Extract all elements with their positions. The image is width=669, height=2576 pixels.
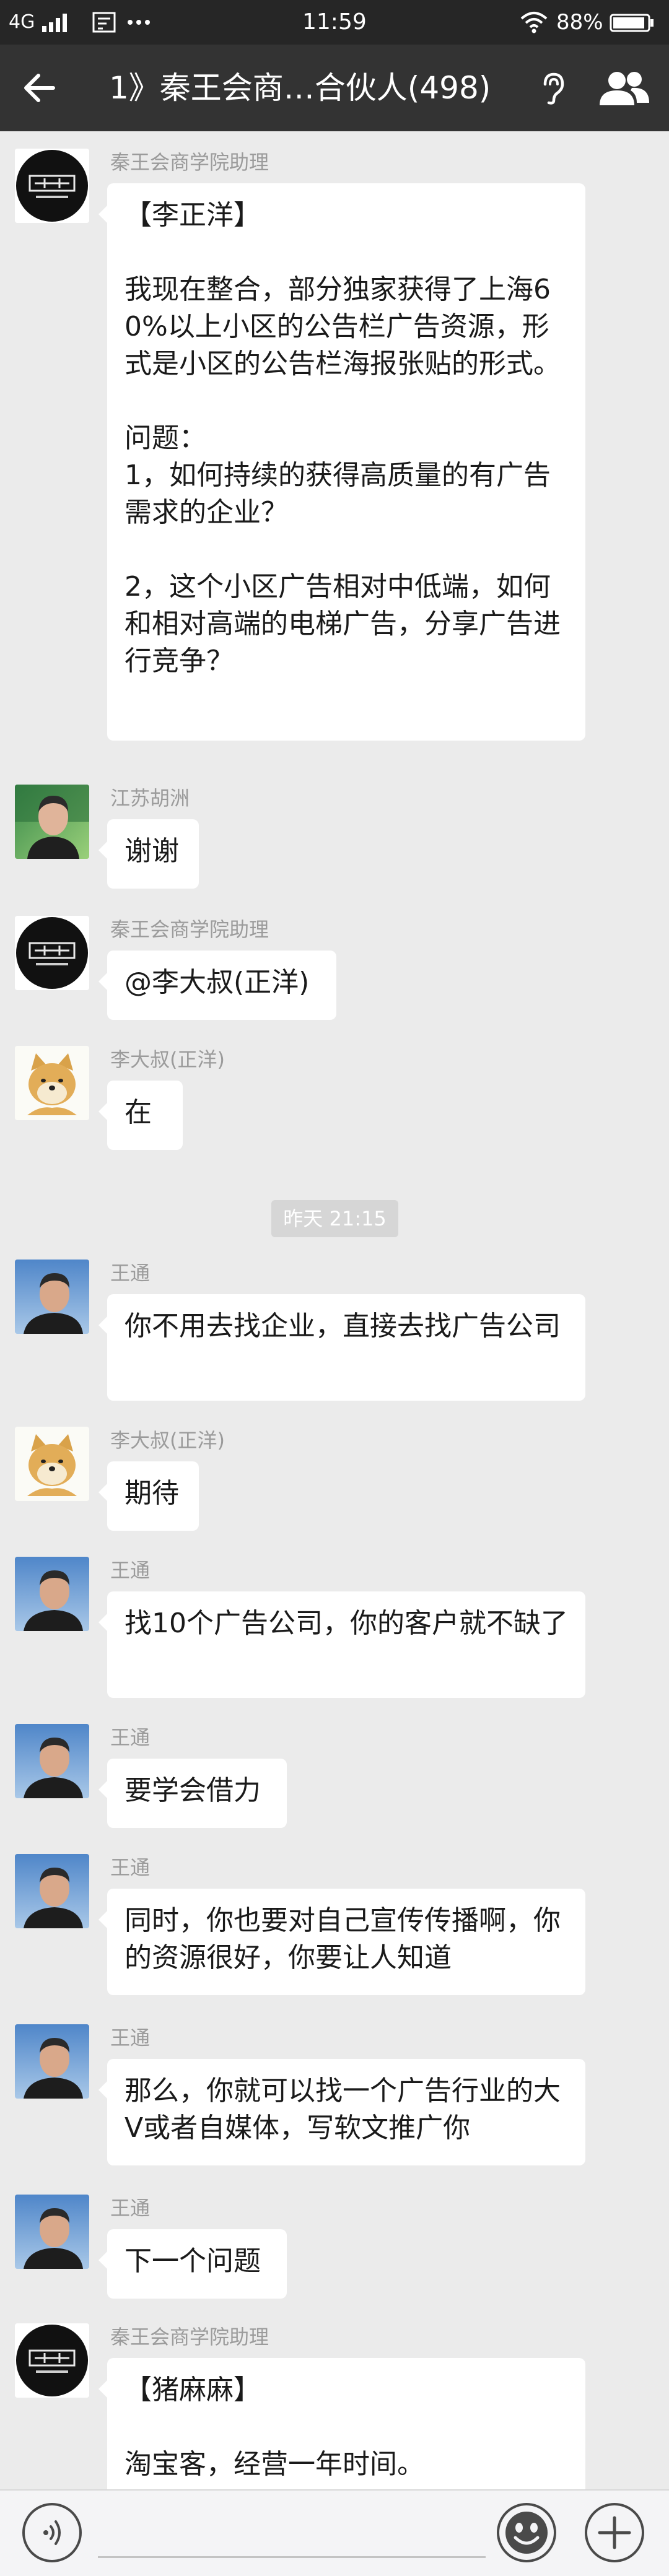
qinwanghui-logo-icon [15,916,89,990]
photo-wangtong-icon [15,1260,89,1334]
sender-name: 王通 [110,2196,151,2220]
avatar[interactable] [15,916,89,990]
qinwanghui-logo-icon [15,2323,89,2398]
message-row: 秦王会商学院助理 @李大叔(正洋) [0,916,669,1033]
avatar[interactable] [15,2323,89,2398]
shiba-dog-icon [15,1427,89,1501]
sender-name: 王通 [110,1559,151,1582]
sender-name: 秦王会商学院助理 [110,918,269,941]
input-bar [0,2489,669,2576]
message-input[interactable] [98,2556,486,2558]
avatar[interactable] [15,1557,89,1631]
status-bar: 4G 11:59 88% [0,0,669,45]
sender-name: 王通 [110,1726,151,1749]
photo-wangtong-icon [15,2024,89,2099]
network-label: 4G [9,11,35,33]
message-row: 王通 你不用去找企业，直接去找广告公司 [0,1260,669,1414]
more-actions-button[interactable] [585,2503,644,2562]
sender-name: 王通 [110,1856,151,1879]
message-bubble[interactable]: 找10个广告公司，你的客户就不缺了 [98,1591,585,1698]
message-row: 王通 那么，你就可以找一个广告行业的大V或者自媒体，写软文推广你 [0,2024,669,2179]
battery-percent: 88% [556,10,603,35]
message-bubble[interactable]: 谢谢 [98,819,199,889]
message-bubble[interactable]: 期待 [98,1461,199,1531]
message-bubble[interactable]: 下一个问题 [98,2229,287,2299]
sender-name: 李大叔(正洋) [110,1048,225,1071]
sender-name: 秦王会商学院助理 [110,2325,269,2349]
avatar[interactable] [15,1046,89,1120]
voice-mode-button[interactable] [534,69,571,107]
sender-name: 王通 [110,2026,151,2050]
avatar[interactable] [15,2024,89,2099]
more-dots-icon [126,17,151,26]
arrow-left-icon [24,74,55,102]
message-row: 王通 找10个广告公司，你的客户就不缺了 [0,1557,669,1712]
battery-icon [610,14,654,32]
voice-input-button[interactable] [22,2503,82,2562]
emoji-icon [505,2512,548,2554]
message-row: 秦王会商学院助理 【李正洋】 我现在整合，部分独家获得了上海60%以上小区的公告… [0,149,669,749]
avatar[interactable] [15,149,89,223]
avatar[interactable] [15,2195,89,2269]
back-button[interactable] [19,67,61,109]
voice-icon [43,2520,61,2545]
avatar[interactable] [15,1427,89,1501]
ear-icon [543,72,564,105]
sender-name: 江苏胡洲 [110,786,190,810]
avatar[interactable] [15,1260,89,1334]
group-icon [600,72,649,105]
message-bubble[interactable]: 在 [98,1081,183,1150]
group-members-button[interactable] [596,68,652,108]
chat-header: 1》秦王会商…合伙人(498) [0,45,669,131]
photo-wangtong-icon [15,1724,89,1798]
avatar[interactable] [15,1724,89,1798]
avatar[interactable] [15,1854,89,1928]
qinwanghui-logo-icon [15,149,89,223]
avatar[interactable] [15,785,89,859]
message-bubble[interactable]: 同时，你也要对自己宣传传播啊，你的资源很好，你要让人知道 [98,1889,585,1995]
chat-message-list[interactable]: 秦王会商学院助理 【李正洋】 我现在整合，部分独家获得了上海60%以上小区的公告… [0,131,669,2489]
clock: 11:59 [302,9,367,35]
message-row: 王通 同时，你也要对自己宣传传播啊，你的资源很好，你要让人知道 [0,1854,669,2009]
chat-title[interactable]: 1》秦王会商…合伙人(498) [109,69,491,107]
shiba-dog-icon [15,1046,89,1120]
sender-name: 王通 [110,1261,151,1285]
emoji-button[interactable] [497,2503,556,2562]
message-row: 李大叔(正洋) 期待 [0,1427,669,1544]
wifi-icon [519,10,549,33]
time-divider: 昨天 21:15 [271,1200,398,1237]
message-bubble[interactable]: 那么，你就可以找一个广告行业的大V或者自媒体，写软文推广你 [98,2059,585,2165]
photo-wangtong-icon [15,1854,89,1928]
message-bubble[interactable]: @李大叔(正洋) [98,951,336,1020]
photo-wangtong-icon [15,1557,89,1631]
photo-man-icon [15,785,89,859]
sender-name: 秦王会商学院助理 [110,150,269,174]
sender-name: 李大叔(正洋) [110,1429,225,1452]
photo-wangtong-icon [15,2195,89,2269]
message-bubble[interactable]: 【猪麻麻】 淘宝客，经营一年时间。 [98,2358,585,2489]
message-row: 秦王会商学院助理 【猪麻麻】 淘宝客，经营一年时间。 [0,2323,669,2489]
message-row: 李大叔(正洋) 在 [0,1046,669,1164]
signal-icon [41,12,71,32]
message-bubble[interactable]: 要学会借力 [98,1759,287,1828]
message-row: 江苏胡洲 谢谢 [0,785,669,902]
message-row: 王通 要学会借力 [0,1724,669,1842]
message-bubble[interactable]: 【李正洋】 我现在整合，部分独家获得了上海60%以上小区的公告栏广告资源，形式是… [98,183,585,741]
notification-icon [92,11,116,33]
plus-icon [598,2516,631,2549]
message-bubble[interactable]: 你不用去找企业，直接去找广告公司 [98,1294,585,1401]
message-row: 王通 下一个问题 [0,2195,669,2312]
